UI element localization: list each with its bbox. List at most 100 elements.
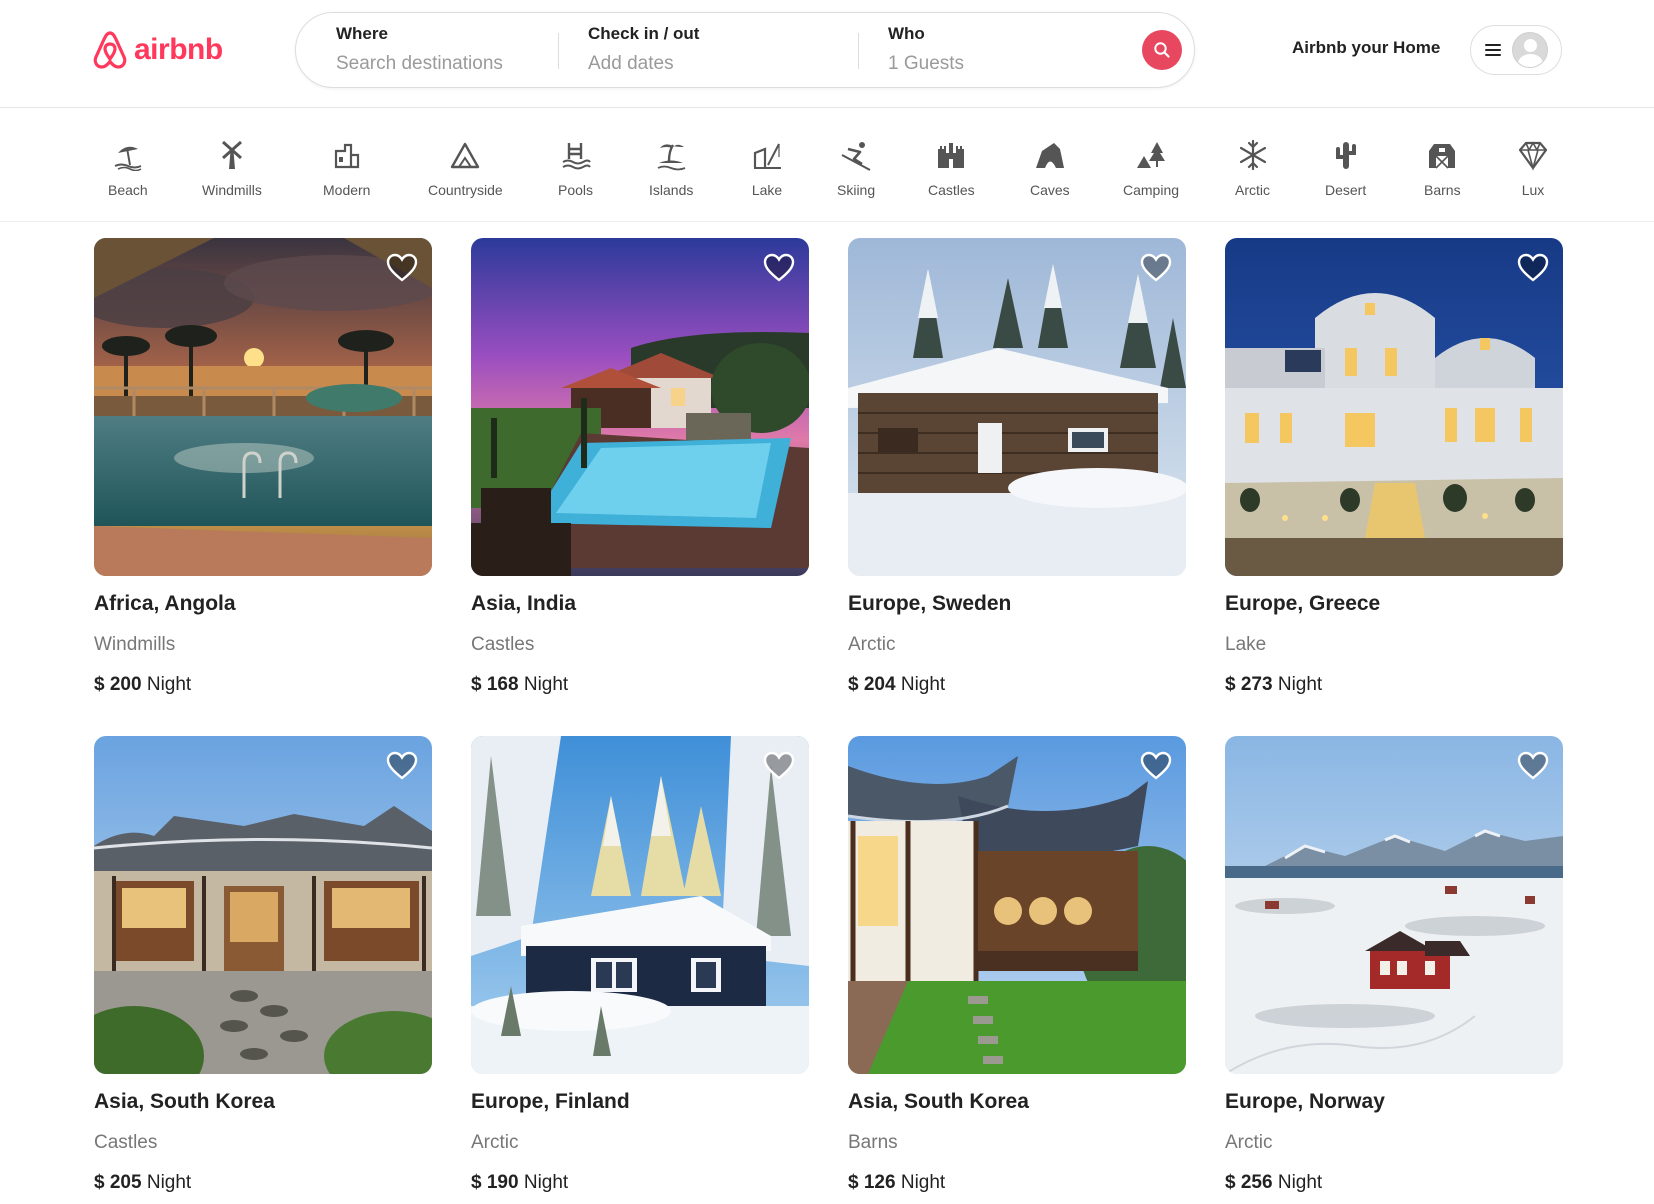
hanok-house-photo <box>94 736 432 1074</box>
heart-icon[interactable] <box>763 252 795 284</box>
barn-icon <box>1425 138 1459 172</box>
listing-location: Europe, Greece <box>1225 592 1381 615</box>
listing-category: Barns <box>848 1132 898 1153</box>
check-in-out-field[interactable]: Check in / out Add dates <box>588 13 858 87</box>
category-label: Camping <box>1123 182 1180 198</box>
heart-icon[interactable] <box>763 750 795 782</box>
category-label: Countryside <box>428 182 503 198</box>
listing-category: Windmills <box>94 634 176 655</box>
listing-price: $ 126 Night <box>848 1172 1186 1194</box>
category-label: Islands <box>649 182 694 198</box>
hamburger-icon <box>1485 44 1501 56</box>
white-house-night-photo <box>1225 238 1563 576</box>
where-label: Where <box>336 24 388 43</box>
island-icon <box>654 138 688 172</box>
currency-symbol: $ <box>848 674 859 695</box>
category-label: Castles <box>928 182 975 198</box>
heart-icon[interactable] <box>1140 750 1172 782</box>
category-skiing[interactable]: Skiing <box>837 138 875 210</box>
currency-symbol: $ <box>471 674 482 695</box>
price-unit: Night <box>523 1172 569 1193</box>
listing-photo[interactable] <box>848 238 1186 576</box>
cactus-icon <box>1329 138 1363 172</box>
snowy-cabin-photo <box>848 238 1186 576</box>
guests-value: 1 Guests <box>888 53 965 74</box>
category-label: Lux <box>1521 182 1545 198</box>
villa-pool-photo <box>471 238 809 576</box>
listing-location: Africa, Angola <box>94 592 236 615</box>
listing-card[interactable]: Asia, India Castles $ 168 Night <box>471 238 809 696</box>
category-lake[interactable]: Lake <box>750 138 784 210</box>
listing-location: Asia, India <box>471 592 577 615</box>
listing-photo[interactable] <box>94 736 432 1074</box>
category-windmills[interactable]: Windmills <box>202 138 262 210</box>
listing-photo[interactable] <box>94 238 432 576</box>
skiing-icon <box>839 138 873 172</box>
category-label: Caves <box>1030 182 1070 198</box>
red-house-snow-photo <box>1225 736 1563 1074</box>
camping-icon <box>1134 138 1168 172</box>
listing-location: Europe, Sweden <box>848 592 1012 615</box>
price-value: 200 <box>109 674 142 695</box>
category-castles[interactable]: Castles <box>928 138 975 210</box>
currency-symbol: $ <box>1225 674 1236 695</box>
check-in-out-label: Check in / out <box>588 24 700 43</box>
listing-card[interactable]: Europe, Norway Arctic $ 256 Night <box>1225 736 1563 1194</box>
category-caves[interactable]: Caves <box>1030 138 1070 210</box>
category-barns[interactable]: Barns <box>1424 138 1461 210</box>
listing-card[interactable]: Africa, Angola Windmills $ 200 Night <box>94 238 432 696</box>
search-divider <box>558 33 559 69</box>
castle-icon <box>934 138 968 172</box>
category-desert[interactable]: Desert <box>1325 138 1366 210</box>
windmill-icon <box>215 138 249 172</box>
listing-photo[interactable] <box>1225 736 1563 1074</box>
airbnb-logo-icon <box>93 31 127 69</box>
where-field[interactable]: Where Search destinations <box>336 13 546 87</box>
category-arctic[interactable]: Arctic <box>1235 138 1270 210</box>
top-header: airbnb Where Search destinations Check i… <box>0 0 1654 108</box>
listing-card[interactable]: Asia, South Korea Castles $ 205 Night <box>94 736 432 1194</box>
listing-price: $ 205 Night <box>94 1172 432 1194</box>
category-camping[interactable]: Camping <box>1123 138 1179 210</box>
heart-icon[interactable] <box>386 750 418 782</box>
listing-card[interactable]: Asia, South Korea Barns $ 126 Night <box>848 736 1186 1194</box>
heart-icon[interactable] <box>1517 252 1549 284</box>
currency-symbol: $ <box>848 1172 859 1193</box>
category-lux[interactable]: Lux <box>1516 138 1550 210</box>
category-pools[interactable]: Pools <box>558 138 593 210</box>
category-modern[interactable]: Modern <box>323 138 370 210</box>
listing-card[interactable]: Europe, Greece Lake $ 273 Night <box>1225 238 1563 696</box>
who-field[interactable]: Who 1 Guests <box>888 13 1138 87</box>
user-menu-button[interactable] <box>1470 25 1562 75</box>
heart-icon[interactable] <box>1140 252 1172 284</box>
search-button[interactable] <box>1142 30 1182 70</box>
category-islands[interactable]: Islands <box>649 138 693 210</box>
search-icon <box>1154 42 1170 58</box>
listing-card[interactable]: Europe, Sweden Arctic $ 204 Night <box>848 238 1186 696</box>
heart-icon[interactable] <box>386 252 418 284</box>
listing-photo[interactable] <box>471 736 809 1074</box>
airbnb-your-home-link[interactable]: Airbnb your Home <box>1292 38 1440 58</box>
category-countryside[interactable]: Countryside <box>428 138 503 210</box>
price-value: 126 <box>863 1172 896 1193</box>
category-label: Skiing <box>837 182 876 198</box>
search-divider <box>858 33 859 69</box>
listing-price: $ 273 Night <box>1225 674 1563 696</box>
listing-photo[interactable] <box>471 238 809 576</box>
price-unit: Night <box>900 674 946 695</box>
user-avatar-icon <box>1512 32 1548 68</box>
price-unit: Night <box>1277 1172 1323 1193</box>
airbnb-logo[interactable]: airbnb <box>92 28 223 72</box>
heart-icon[interactable] <box>1517 750 1549 782</box>
listing-photo[interactable] <box>1225 238 1563 576</box>
listing-photo[interactable] <box>848 736 1186 1074</box>
category-beach[interactable]: Beach <box>108 138 148 210</box>
listing-category: Arctic <box>471 1132 519 1153</box>
search-bar[interactable]: Where Search destinations Check in / out… <box>295 12 1195 88</box>
price-value: 205 <box>109 1172 142 1193</box>
category-label: Windmills <box>202 182 262 198</box>
price-unit: Night <box>146 674 192 695</box>
pool-icon <box>559 138 593 172</box>
listing-card[interactable]: Europe, Finland Arctic $ 190 Night <box>471 736 809 1194</box>
listing-location: Europe, Finland <box>471 1090 630 1113</box>
